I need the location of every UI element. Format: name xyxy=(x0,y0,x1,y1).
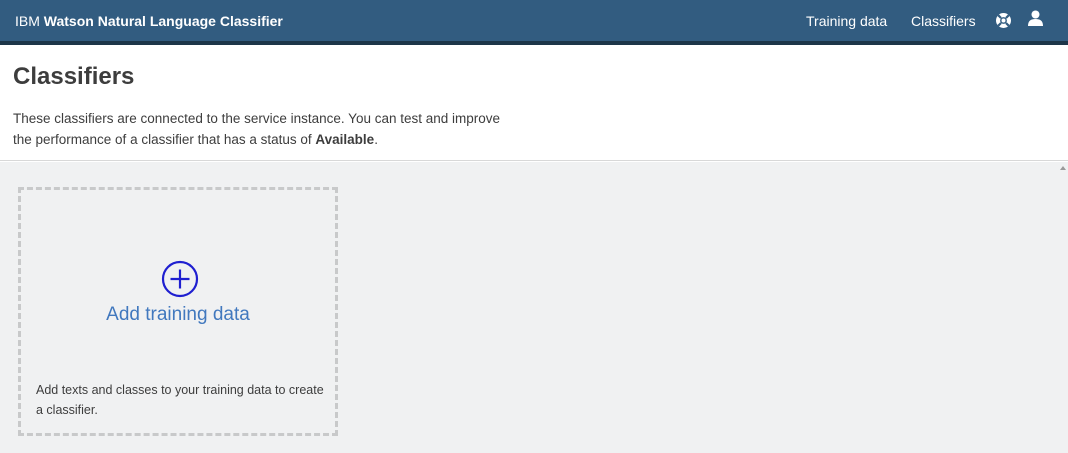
page-header: Classifiers These classifiers are connec… xyxy=(0,45,1068,161)
page-description: These classifiers are connected to the s… xyxy=(13,108,513,150)
nav-classifiers-link[interactable]: Classifiers xyxy=(911,13,976,29)
help-icon[interactable] xyxy=(995,12,1012,29)
top-navigation-bar: IBM Watson Natural Language Classifier T… xyxy=(0,0,1068,41)
page-title: Classifiers xyxy=(13,63,135,90)
nav-training-data-link[interactable]: Training data xyxy=(806,13,887,29)
add-training-data-tile[interactable]: Add training data Add texts and classes … xyxy=(18,187,338,436)
brand-product-name: Watson Natural Language Classifier xyxy=(43,13,283,29)
brand-prefix: IBM xyxy=(15,13,40,29)
page-description-text: These classifiers are connected to the s… xyxy=(13,111,501,147)
classifiers-content-area: Add training data Add texts and classes … xyxy=(0,162,1068,453)
app-brand[interactable]: IBM Watson Natural Language Classifier xyxy=(15,13,283,29)
user-icon[interactable] xyxy=(1028,10,1043,27)
add-training-data-description: Add texts and classes to your training d… xyxy=(36,383,324,417)
available-status-text: Available xyxy=(315,132,375,147)
add-training-data-title: Add training data xyxy=(106,304,250,325)
scroll-up-arrow-icon[interactable] xyxy=(1060,166,1066,170)
plus-circle-icon xyxy=(161,260,199,298)
page-description-end: . xyxy=(374,132,378,147)
